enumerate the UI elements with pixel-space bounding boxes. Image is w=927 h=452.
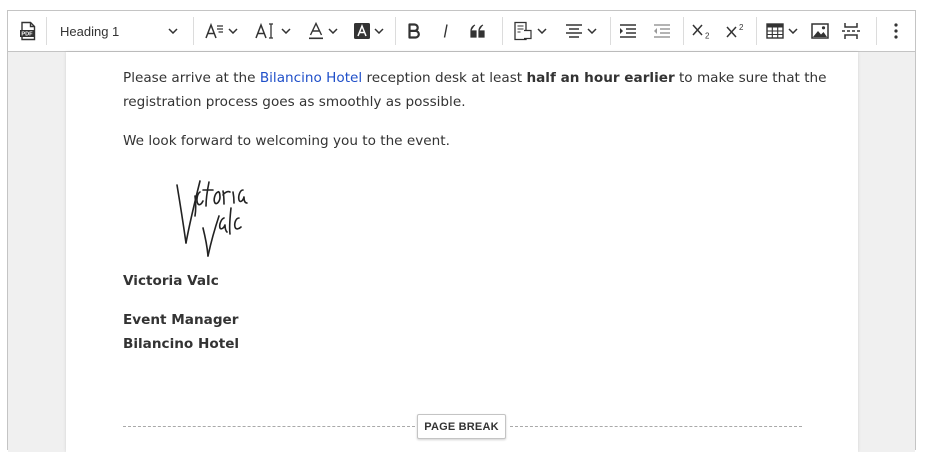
- block-quote-button[interactable]: [464, 11, 492, 51]
- hotel-link[interactable]: Bilancino Hotel: [260, 70, 362, 86]
- toolbar-separator: [610, 17, 611, 45]
- chevron-down-icon: [228, 28, 238, 34]
- text: to make sure that the: [674, 70, 827, 86]
- page-break-line-left: [123, 426, 415, 427]
- align-icon: [566, 24, 582, 38]
- company-name: Bilancino Hotel: [123, 336, 240, 352]
- toolbar-separator: [876, 17, 877, 45]
- text: registration process goes as smoothly as…: [123, 94, 466, 110]
- signature-name: Victoria Valc: [123, 273, 219, 289]
- font-color-dropdown[interactable]: [302, 11, 344, 51]
- font-size-dropdown[interactable]: [200, 11, 242, 51]
- welcome-paragraph: We look forward to welcoming you to the …: [123, 133, 450, 149]
- toolbar-separator: [193, 17, 194, 45]
- svg-text:2: 2: [739, 23, 744, 32]
- text: Please arrive at the: [123, 70, 260, 86]
- outdent-button[interactable]: [648, 11, 676, 51]
- font-family-icon: [255, 22, 273, 39]
- toolbar-separator: [683, 17, 684, 45]
- chevron-down-icon: [281, 28, 291, 34]
- more-options-button[interactable]: [884, 11, 908, 51]
- page-break-line-right: [510, 426, 802, 427]
- bold-text: half an hour earlier: [526, 70, 675, 86]
- font-size-icon: [205, 22, 223, 39]
- svg-text:PDF: PDF: [21, 32, 33, 38]
- page-break-icon: [842, 23, 860, 39]
- block-quote-icon: [470, 24, 485, 38]
- font-background-color-dropdown[interactable]: [348, 11, 390, 51]
- superscript-button[interactable]: 2: [722, 11, 750, 51]
- heading-dropdown-value: Heading 1: [60, 23, 120, 39]
- text: reception desk at least: [362, 70, 527, 86]
- font-background-color-icon: [354, 23, 370, 39]
- indent-icon: [620, 24, 636, 38]
- chevron-down-icon: [537, 28, 547, 34]
- page-break-button[interactable]: [836, 11, 866, 51]
- superscript-icon: 2: [726, 23, 744, 38]
- toolbar-separator: [395, 17, 396, 45]
- arrival-paragraph: Please arrive at the Bilancino Hotel rec…: [123, 66, 827, 114]
- chevron-down-icon: [587, 28, 597, 34]
- subscript-button[interactable]: 2: [688, 11, 716, 51]
- insert-table-dropdown[interactable]: [760, 11, 804, 51]
- toolbar-separator: [756, 17, 757, 45]
- editor-canvas: Please arrive at the Bilancino Hotel rec…: [8, 52, 915, 452]
- chevron-down-icon: [788, 28, 798, 34]
- page-break-label[interactable]: PAGE BREAK: [417, 414, 506, 439]
- more-options-icon: [894, 23, 898, 39]
- insert-image-button[interactable]: [806, 11, 834, 51]
- insert-template-icon: [514, 21, 532, 41]
- chevron-down-icon: [328, 28, 338, 34]
- signature-image[interactable]: [169, 170, 249, 265]
- table-icon: [766, 23, 784, 39]
- bold-icon: [408, 23, 420, 39]
- toolbar-separator: [502, 17, 503, 45]
- outdent-icon: [654, 24, 670, 38]
- indent-button[interactable]: [614, 11, 642, 51]
- export-pdf-button[interactable]: PDF: [14, 11, 42, 51]
- heading-dropdown[interactable]: Heading 1: [52, 11, 184, 51]
- font-family-dropdown[interactable]: [248, 11, 298, 51]
- svg-text:2: 2: [705, 32, 710, 40]
- editor-toolbar: PDF Heading 1 2 2: [8, 11, 915, 52]
- bold-button[interactable]: [400, 11, 428, 51]
- rich-text-editor: PDF Heading 1 2 2 Please arrive at the B…: [7, 10, 916, 452]
- subscript-icon: 2: [692, 24, 710, 40]
- image-icon: [811, 23, 829, 39]
- document-page[interactable]: Please arrive at the Bilancino Hotel rec…: [66, 52, 858, 452]
- chevron-down-icon: [168, 28, 178, 34]
- italic-icon: [443, 24, 448, 38]
- font-color-icon: [309, 22, 323, 40]
- insert-template-dropdown[interactable]: [506, 11, 554, 51]
- pdf-icon: PDF: [20, 21, 36, 41]
- alignment-dropdown[interactable]: [558, 11, 604, 51]
- italic-button[interactable]: [432, 11, 460, 51]
- toolbar-separator: [46, 17, 47, 45]
- chevron-down-icon: [374, 28, 384, 34]
- job-title: Event Manager: [123, 312, 239, 328]
